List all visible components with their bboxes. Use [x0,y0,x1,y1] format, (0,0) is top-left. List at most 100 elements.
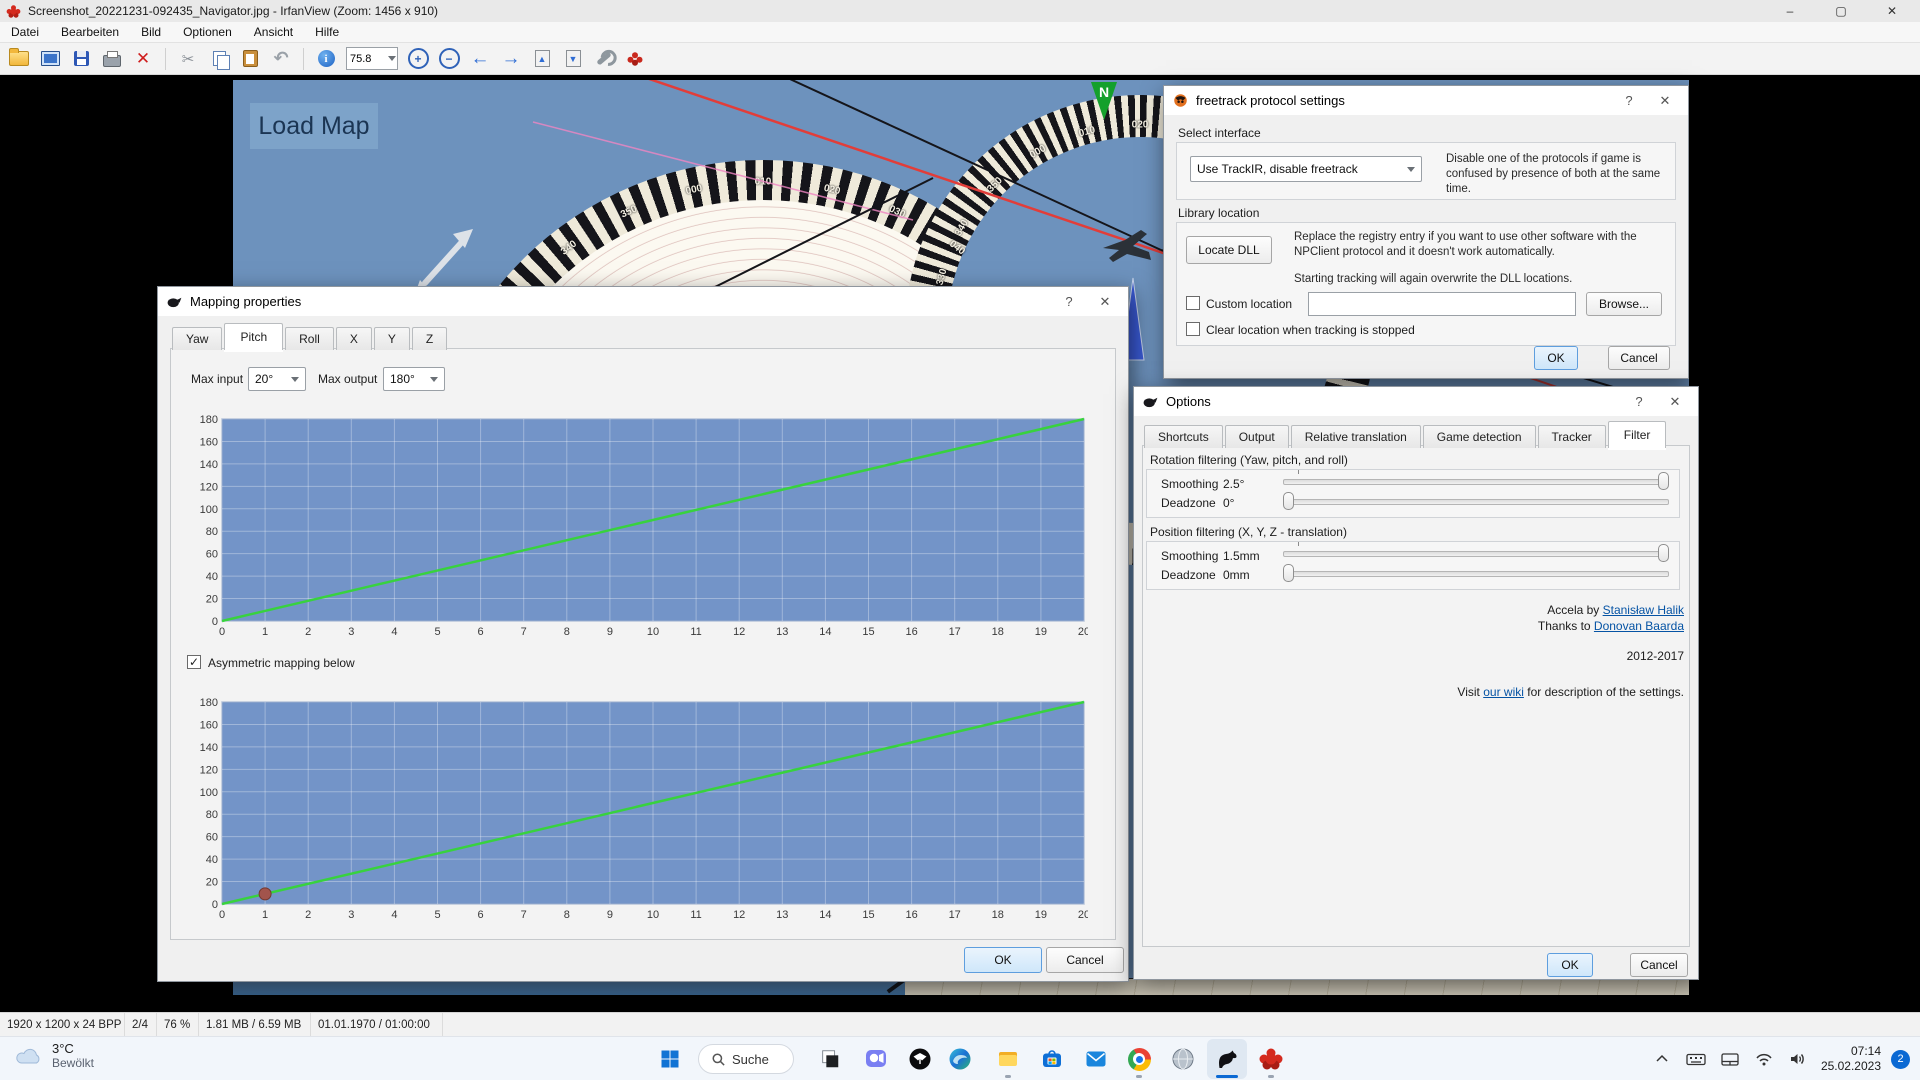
tab-filter[interactable]: Filter [1608,421,1667,448]
mail-icon[interactable] [1076,1039,1116,1079]
undo-icon[interactable]: ↶ [270,48,292,70]
trackir-icon[interactable] [900,1039,940,1079]
status-filesize: 1.81 MB / 6.59 MB [199,1013,311,1036]
tray-overflow-chevron-icon[interactable] [1645,1039,1679,1079]
menu-hilfe[interactable]: Hilfe [304,23,350,41]
menu-ansicht[interactable]: Ansicht [243,23,304,41]
tab-tracker[interactable]: Tracker [1538,425,1606,448]
rotation-smoothing-slider[interactable] [1283,472,1669,490]
start-button[interactable] [650,1039,690,1079]
cancel-button[interactable]: Cancel [1046,947,1124,973]
zoom-input[interactable] [347,53,387,65]
effects-icon[interactable] [624,48,646,70]
tab-game-detection[interactable]: Game detection [1423,425,1536,448]
touchpad-icon[interactable] [1713,1039,1747,1079]
toolbar-separator [165,48,166,70]
browse-button[interactable]: Browse... [1586,292,1662,316]
interface-combo[interactable]: Use TrackIR, disable freetrack [1190,156,1422,182]
close-icon[interactable]: ✕ [1091,287,1119,316]
zoom-combo[interactable] [346,47,398,70]
menu-bild[interactable]: Bild [130,23,172,41]
tab-z[interactable]: Z [412,327,447,350]
locate-dll-button[interactable]: Locate DLL [1186,236,1272,264]
svg-text:12: 12 [733,626,745,638]
open-icon[interactable] [8,48,30,70]
pitch-mapping-chart[interactable]: 0123456789101112131415161718192002040608… [192,415,1088,641]
tab-shortcuts[interactable]: Shortcuts [1144,425,1223,448]
donovan-baarda-link[interactable]: Donovan Baarda [1594,619,1684,633]
page-up-icon[interactable]: ▲ [531,48,553,70]
slider-handle[interactable] [1283,492,1294,510]
tab-yaw[interactable]: Yaw [172,327,222,350]
tools-icon[interactable] [593,48,615,70]
microsoft-store-icon[interactable] [1032,1039,1072,1079]
cancel-button[interactable]: Cancel [1608,346,1670,370]
tab-output[interactable]: Output [1225,425,1289,448]
max-output-combo[interactable]: 180° [383,367,445,391]
menu-bearbeiten[interactable]: Bearbeiten [50,23,130,41]
stanislaw-halik-link[interactable]: Stanisław Halik [1603,603,1684,617]
ok-button[interactable]: OK [1534,346,1578,370]
chevron-down-icon [430,377,438,382]
minimize-icon[interactable]: – [1768,0,1812,22]
taskbar-search[interactable]: Suche [698,1044,794,1074]
opentrack-icon[interactable] [1207,1039,1247,1079]
ok-button[interactable]: OK [964,947,1042,973]
info-icon[interactable]: i [315,48,337,70]
cut-icon[interactable]: ✂ [177,48,199,70]
help-icon[interactable]: ? [1615,86,1643,115]
custom-location-checkbox[interactable] [1186,296,1200,310]
tab-pitch[interactable]: Pitch [224,323,283,350]
rotation-deadzone-slider[interactable] [1283,492,1669,510]
delete-icon[interactable]: ✕ [132,48,154,70]
slider-handle[interactable] [1658,544,1669,562]
next-image-icon[interactable]: → [500,48,522,70]
notification-badge[interactable]: 2 [1891,1050,1910,1069]
save-icon[interactable] [70,48,92,70]
taskbar-clock[interactable]: 07:14 25.02.2023 [1821,1044,1881,1074]
slider-handle[interactable] [1658,472,1669,490]
ok-button[interactable]: OK [1547,953,1593,977]
copy-icon[interactable] [208,48,230,70]
tab-roll[interactable]: Roll [285,327,334,350]
volume-icon[interactable] [1781,1039,1815,1079]
chrome-icon[interactable] [1119,1039,1159,1079]
zoom-in-icon[interactable]: + [407,48,429,70]
maximize-icon[interactable]: ▢ [1819,0,1863,22]
position-smoothing-slider[interactable] [1283,544,1669,562]
menu-optionen[interactable]: Optionen [172,23,243,41]
weather-widget[interactable]: 3°C Bewölkt [14,1041,94,1070]
position-deadzone-slider[interactable] [1283,564,1669,582]
wiki-link[interactable]: our wiki [1483,685,1524,699]
menu-datei[interactable]: Datei [0,23,50,41]
tab-y[interactable]: Y [374,327,410,350]
tab-relative-translation[interactable]: Relative translation [1291,425,1421,448]
wifi-icon[interactable] [1747,1039,1781,1079]
page-down-icon[interactable]: ▼ [562,48,584,70]
zoom-out-icon[interactable]: − [438,48,460,70]
close-icon[interactable]: ✕ [1870,0,1914,22]
help-icon[interactable]: ? [1055,287,1083,316]
close-icon[interactable]: ✕ [1651,86,1679,115]
max-input-combo[interactable]: 20° [248,367,306,391]
previous-image-icon[interactable]: ← [469,48,491,70]
paste-icon[interactable] [239,48,261,70]
tab-x[interactable]: X [336,327,372,350]
edge-icon[interactable] [940,1039,980,1079]
irfanview-taskbar-icon[interactable] [1251,1039,1291,1079]
touch-keyboard-icon[interactable] [1679,1039,1713,1079]
custom-location-input[interactable] [1309,293,1575,315]
clear-location-checkbox[interactable] [1186,322,1200,336]
slideshow-icon[interactable] [39,48,61,70]
slider-handle[interactable] [1283,564,1294,582]
task-view-icon[interactable] [810,1039,850,1079]
cancel-button[interactable]: Cancel [1630,953,1688,977]
help-icon[interactable]: ? [1625,387,1653,416]
pitch-mapping-asymmetric-chart[interactable]: 0123456789101112131415161718192002040608… [192,698,1088,924]
globe-browser-icon[interactable] [1163,1039,1203,1079]
print-icon[interactable] [101,48,123,70]
file-explorer-icon[interactable] [988,1039,1028,1079]
close-icon[interactable]: ✕ [1661,387,1689,416]
asymmetric-mapping-checkbox[interactable]: ✓ [187,655,201,669]
chat-icon[interactable] [856,1039,896,1079]
